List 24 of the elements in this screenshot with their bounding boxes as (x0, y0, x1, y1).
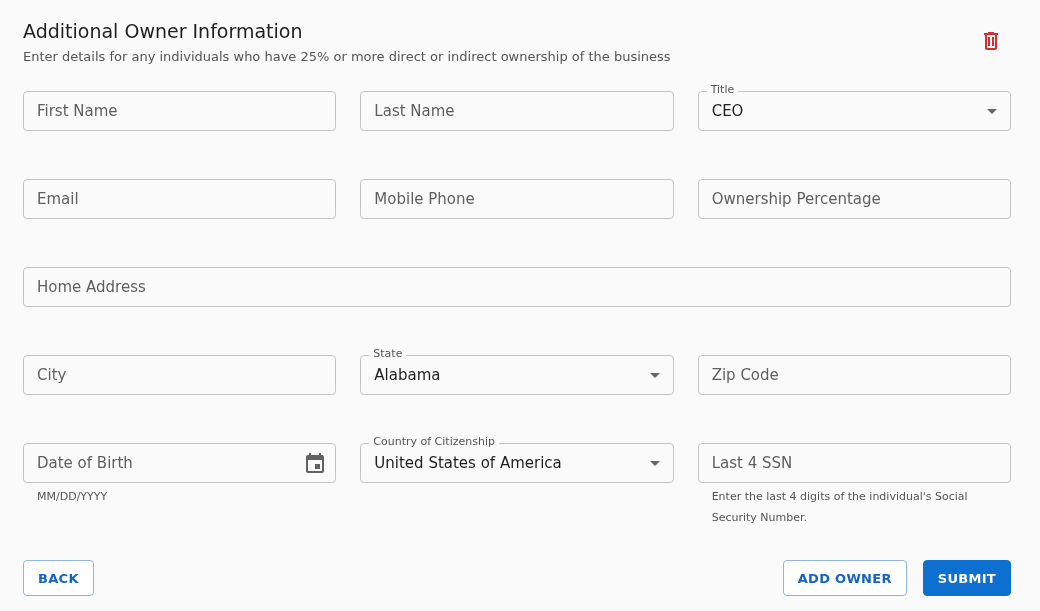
date-field[interactable]: Date of Birth (23, 443, 337, 483)
outlined-button[interactable]: BACK (23, 560, 94, 596)
caret-icon (649, 372, 660, 378)
caret-icon (987, 108, 997, 114)
text-field[interactable]: Zip Code (697, 355, 1011, 395)
trash-icon (983, 32, 999, 50)
field-label: Country of Citizenship (369, 435, 499, 449)
form-subtitle: Enter details for any individuals who have 25% or more direct or indirect ownership of the business (23, 48, 671, 66)
primary-button[interactable]: SUBMIT (922, 560, 1011, 596)
text-field[interactable]: Home Address (23, 267, 1011, 307)
text-field[interactable]: Ownership Percentage (697, 179, 1011, 219)
text-field[interactable]: Email (23, 179, 337, 219)
text-field[interactable]: Mobile Phone (360, 179, 674, 219)
text-field[interactable]: City (23, 355, 337, 395)
form-title: Additional Owner Information (23, 19, 304, 44)
caret-icon (649, 460, 660, 466)
calendar-icon[interactable] (306, 453, 325, 473)
text-field[interactable]: Last 4 SSN (697, 443, 1011, 483)
text-field[interactable]: Last Name (360, 91, 674, 131)
outlined-button[interactable]: ADD OWNER (782, 560, 907, 596)
delete-button[interactable] (983, 32, 999, 50)
helper-text: MM/DD/YYYY (37, 489, 109, 505)
helper-text: Enter the last 4 digits of the individual's Social Security Number. (711, 489, 969, 526)
text-field[interactable]: First Name (23, 91, 337, 131)
